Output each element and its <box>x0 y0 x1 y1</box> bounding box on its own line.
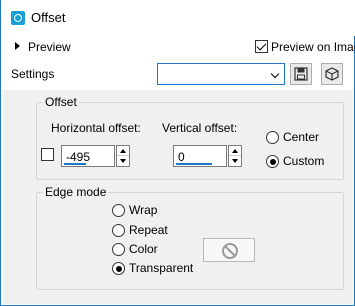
expand-triangle-icon[interactable] <box>15 42 20 50</box>
vertical-offset-input[interactable]: 0 <box>173 145 227 167</box>
vertical-offset-label: Vertical offset: <box>162 121 238 135</box>
save-settings-button[interactable] <box>290 63 312 85</box>
dialog-content: Offset Horizontal offset: -495 Vertical … <box>3 90 353 304</box>
settings-row: Settings <box>1 60 355 88</box>
preview-toggle-label[interactable]: Preview <box>28 40 71 54</box>
edge-mode-group-title: Edge mode <box>43 185 109 199</box>
title-bar: Offset <box>1 0 355 36</box>
no-symbol-icon <box>222 243 238 259</box>
preview-on-image-label[interactable]: Preview on Imag <box>271 40 355 54</box>
stepper-down-icon[interactable] <box>117 156 129 166</box>
cube-icon <box>325 67 339 81</box>
center-label[interactable]: Center <box>283 130 319 144</box>
custom-radio[interactable] <box>266 155 279 168</box>
color-radio[interactable] <box>112 243 125 256</box>
input-underline <box>176 163 212 165</box>
app-icon <box>11 11 25 25</box>
stepper-up-icon[interactable] <box>117 146 129 156</box>
edge-color-swatch[interactable] <box>203 238 255 262</box>
repeat-label[interactable]: Repeat <box>129 223 168 237</box>
input-underline <box>64 163 86 165</box>
settings-label: Settings <box>11 67 55 81</box>
wrap-label[interactable]: Wrap <box>129 203 157 217</box>
offset-group-title: Offset <box>43 95 79 109</box>
horizontal-offset-label: Horizontal offset: <box>51 121 141 135</box>
stepper-up-icon[interactable] <box>229 146 241 156</box>
preview-on-image-checkbox[interactable] <box>255 40 268 53</box>
window-title: Offset <box>31 10 66 25</box>
horizontal-offset-input[interactable]: -495 <box>61 145 115 167</box>
link-offsets-checkbox[interactable] <box>41 148 54 161</box>
horizontal-offset-value: -495 <box>66 150 91 164</box>
horizontal-offset-stepper[interactable] <box>116 145 130 167</box>
preview-row: Preview Preview on Imag <box>1 36 355 58</box>
stepper-down-icon[interactable] <box>229 156 241 166</box>
vertical-offset-value: 0 <box>178 150 185 164</box>
transparent-radio[interactable] <box>112 262 125 275</box>
offset-group: Offset Horizontal offset: -495 Vertical … <box>36 95 344 180</box>
presets-button[interactable] <box>321 63 343 85</box>
custom-label[interactable]: Custom <box>283 154 324 168</box>
color-label[interactable]: Color <box>129 242 158 256</box>
settings-combo[interactable] <box>157 63 285 85</box>
center-radio[interactable] <box>266 131 279 144</box>
floppy-disk-icon <box>294 67 308 81</box>
offset-dialog: Offset Preview Preview on Imag Settings <box>0 0 355 306</box>
wrap-radio[interactable] <box>112 204 125 217</box>
transparent-label[interactable]: Transparent <box>129 261 193 275</box>
repeat-radio[interactable] <box>112 224 125 237</box>
edge-mode-group: Edge mode <box>36 185 344 290</box>
chevron-down-icon[interactable] <box>268 64 284 84</box>
vertical-offset-stepper[interactable] <box>228 145 242 167</box>
